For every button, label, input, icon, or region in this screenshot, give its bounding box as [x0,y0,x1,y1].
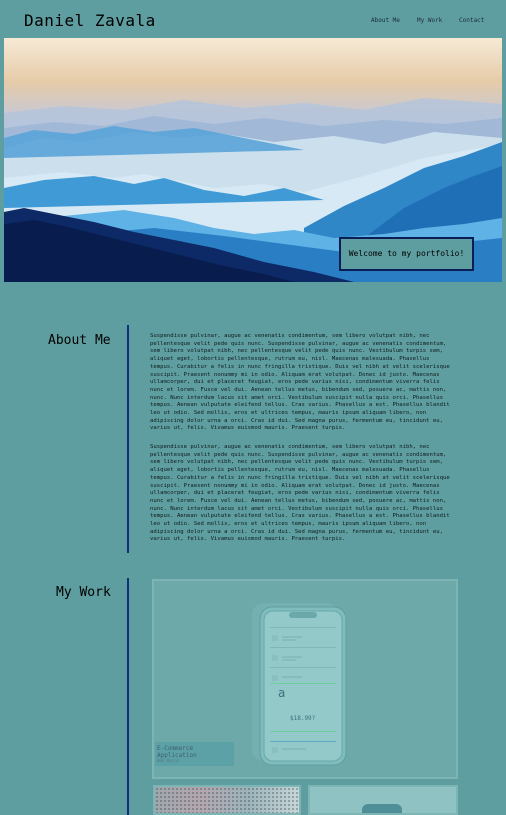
welcome-banner: Welcome to my portfolio! [339,237,474,271]
nav-my-work[interactable]: My Work [417,17,442,24]
project-card-thumbnail[interactable] [308,785,458,815]
nav-contact[interactable]: Contact [459,17,484,24]
work-divider [127,578,129,815]
about-divider [127,325,129,553]
site-name[interactable]: Daniel Zavala [24,11,156,30]
phone-letter: a [278,686,286,700]
project-title[interactable]: E-Commerce Application [157,745,234,759]
project-card-featured[interactable]: a $18.99? E-Commerce Application Web Bui… [152,579,458,779]
nav-about-me[interactable]: About Me [371,17,400,24]
about-paragraph: Suspendisse pulvinar, augue ac venenatis… [150,333,450,432]
about-paragraph: Suspendisse pulvinar, augue ac venenatis… [150,444,450,543]
site-header: Daniel Zavala About Me My Work Contact [0,0,506,38]
dot-pattern-image [155,787,299,813]
project-label: E-Commerce Application Web Build [155,742,234,766]
about-me-title: About Me [48,333,111,348]
project-card-thumbnail[interactable] [153,785,301,815]
phone-mockup-image [362,804,402,813]
my-work-title: My Work [56,585,111,600]
phone-price: $18.99? [290,715,316,722]
project-subtitle: Web Build [157,758,179,763]
